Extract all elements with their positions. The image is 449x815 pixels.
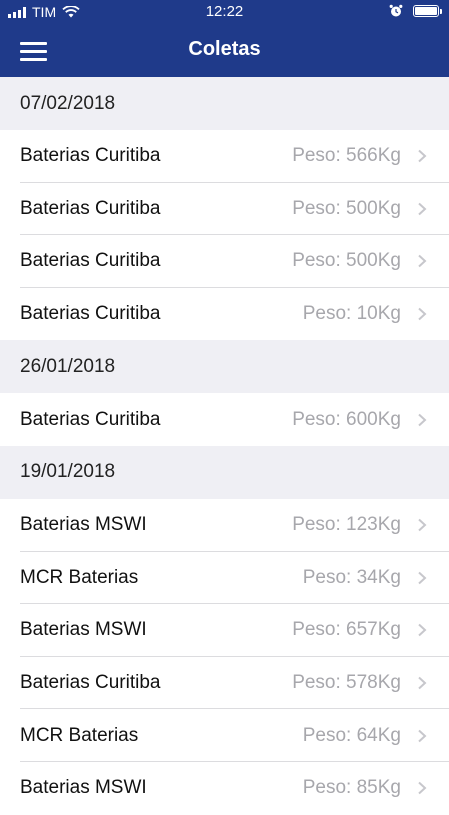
item-name: MCR Baterias bbox=[20, 724, 139, 746]
list-item[interactable]: Baterias MSWI Peso: 85Kg bbox=[0, 761, 449, 815]
chevron-right-icon bbox=[418, 202, 427, 216]
status-bar: TIM 12:22 bbox=[0, 0, 449, 24]
status-time: 12:22 bbox=[205, 3, 244, 20]
list-item[interactable]: MCR Baterias Peso: 34Kg bbox=[0, 551, 449, 605]
list-item[interactable]: Baterias MSWI Peso: 123Kg bbox=[0, 498, 449, 552]
item-name: Baterias Curitiba bbox=[20, 197, 161, 219]
battery-icon bbox=[413, 5, 442, 17]
chevron-right-icon bbox=[418, 519, 427, 532]
list-item[interactable]: Baterias Curitiba Peso: 600Kg bbox=[0, 393, 449, 446]
item-weight: Peso: 578Kg bbox=[292, 672, 401, 694]
chevron-right-icon bbox=[418, 624, 427, 637]
item-weight: Peso: 500Kg bbox=[292, 197, 401, 219]
item-weight: Peso: 34Kg bbox=[302, 566, 401, 588]
item-name: Baterias Curitiba bbox=[20, 672, 161, 694]
item-name: Baterias MSWI bbox=[20, 619, 147, 641]
chevron-right-icon bbox=[418, 307, 427, 321]
section-header-date: 19/01/2018 bbox=[0, 445, 449, 499]
item-weight: Peso: 123Kg bbox=[292, 514, 401, 536]
section-header-date: 26/01/2018 bbox=[0, 340, 449, 394]
list-item[interactable]: Baterias MSWI Peso: 657Kg bbox=[0, 604, 449, 657]
list-item[interactable]: Baterias Curitiba Peso: 500Kg bbox=[0, 235, 449, 288]
list-item[interactable]: Baterias Curitiba Peso: 566Kg bbox=[0, 130, 449, 183]
item-name: Baterias MSWI bbox=[20, 514, 147, 536]
section-header-date: 07/02/2018 bbox=[0, 77, 449, 130]
item-name: Baterias Curitiba bbox=[20, 303, 161, 325]
navigation-bar: Coletas bbox=[0, 24, 449, 77]
item-name: Baterias Curitiba bbox=[20, 408, 161, 430]
top-bar: TIM 12:22 Coletas bbox=[0, 0, 449, 77]
item-name: MCR Baterias bbox=[20, 566, 139, 588]
item-weight: Peso: 85Kg bbox=[302, 777, 401, 799]
list-item[interactable]: MCR Baterias Peso: 64Kg bbox=[0, 709, 449, 762]
chevron-right-icon bbox=[418, 729, 427, 742]
item-name: Baterias MSWI bbox=[20, 777, 147, 799]
list-item[interactable]: Baterias Curitiba Peso: 578Kg bbox=[0, 656, 449, 710]
alarm-icon bbox=[389, 4, 403, 17]
item-weight: Peso: 600Kg bbox=[292, 408, 401, 430]
coletas-list: 07/02/2018 Baterias Curitiba Peso: 566Kg… bbox=[0, 77, 449, 815]
page-title: Coletas bbox=[188, 38, 261, 60]
chevron-right-icon bbox=[418, 255, 427, 268]
status-right bbox=[389, 4, 442, 18]
list-item[interactable]: Baterias Curitiba Peso: 500Kg bbox=[0, 182, 449, 236]
item-name: Baterias Curitiba bbox=[20, 250, 161, 272]
chevron-right-icon bbox=[418, 571, 427, 585]
chevron-right-icon bbox=[418, 413, 427, 426]
item-weight: Peso: 500Kg bbox=[292, 250, 401, 272]
item-name: Baterias Curitiba bbox=[20, 145, 161, 167]
chevron-right-icon bbox=[418, 150, 427, 163]
list-item[interactable]: Baterias Curitiba Peso: 10Kg bbox=[0, 287, 449, 341]
item-weight: Peso: 10Kg bbox=[302, 303, 401, 325]
chevron-right-icon bbox=[418, 781, 427, 795]
item-weight: Peso: 566Kg bbox=[292, 145, 401, 167]
item-weight: Peso: 64Kg bbox=[302, 724, 401, 746]
item-weight: Peso: 657Kg bbox=[292, 619, 401, 641]
chevron-right-icon bbox=[418, 676, 427, 690]
